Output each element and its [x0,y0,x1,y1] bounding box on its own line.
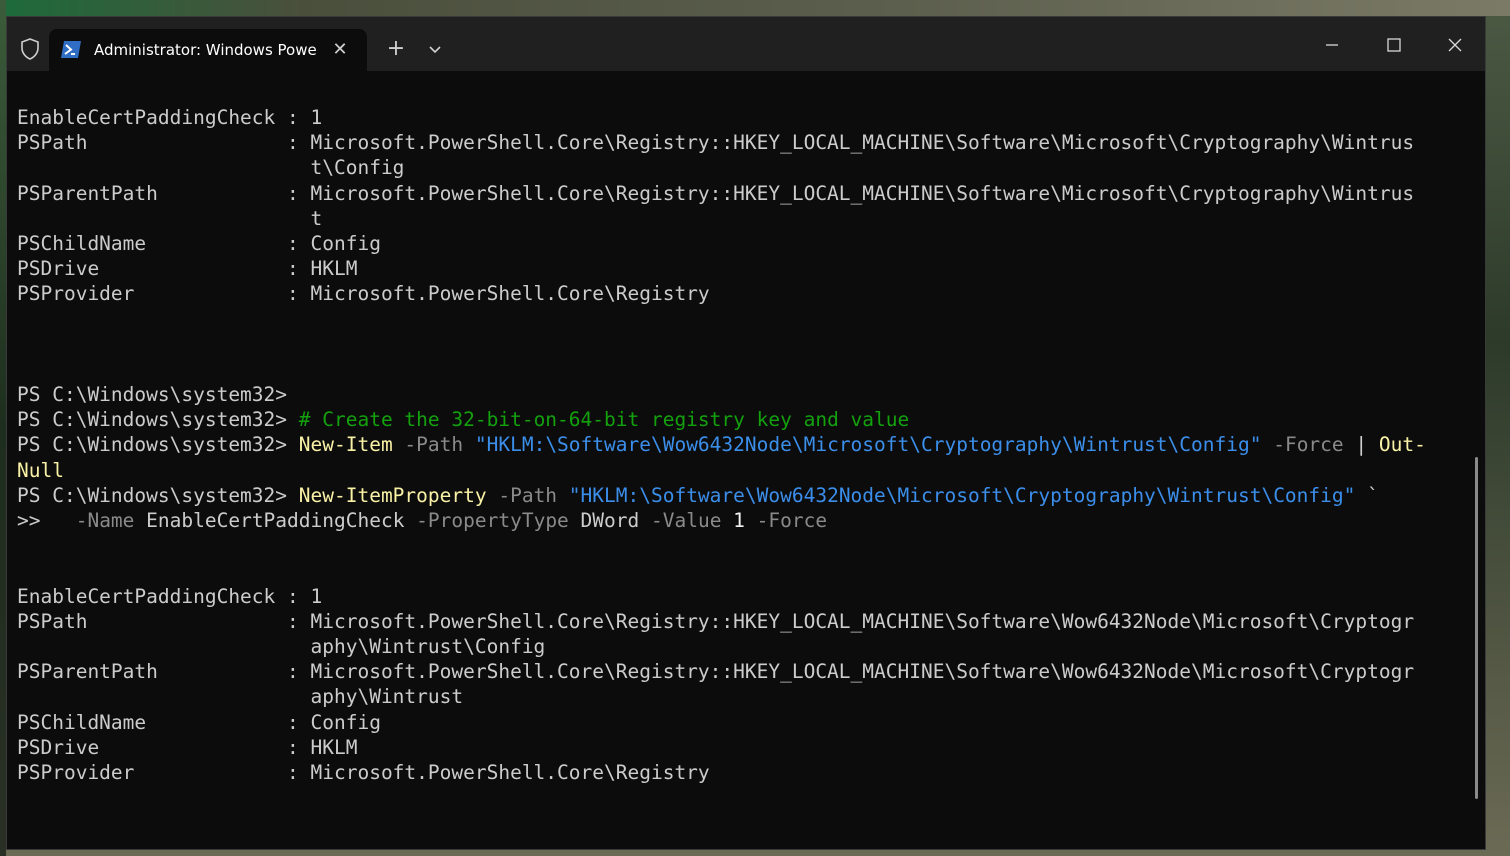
terminal-line: PSProvider : Microsoft.PowerShell.Core\R… [17,281,1477,306]
terminal-line: EnableCertPaddingCheck : 1 [17,584,1477,609]
terminal-text-op: ` [1355,483,1379,507]
terminal-line: PSParentPath : Microsoft.PowerShell.Core… [17,181,1477,206]
terminal-text-default: aphy\Wintrust [17,685,464,709]
tab-title: Administrator: Windows PowerShell [94,41,316,59]
terminal-text-param: -Path [486,483,569,507]
terminal-line: PS C:\Windows\system32> New-ItemProperty… [17,483,1477,508]
terminal-line: PS C:\Windows\system32> # Create the 32-… [17,407,1477,432]
terminal-text-param: -PropertyType [404,509,581,532]
desktop-background-top [0,0,1510,16]
terminal-text-default: PS C:\Windows\system32> [17,433,299,457]
terminal-line: PSPath : Microsoft.PowerShell.Core\Regis… [17,609,1477,634]
terminal-text-default: PSChildName : Config [17,231,381,255]
terminal-text-num: 1 [733,509,745,532]
terminal-text-default: PS C:\Windows\system32> [17,408,299,432]
terminal-line: PS C:\Windows\system32> New-Item -Path "… [17,432,1477,457]
terminal-text-param: -Force [744,509,828,532]
terminal-text-default: EnableCertPaddingCheck [146,509,405,532]
terminal-text-default: PSPath : Microsoft.PowerShell.Core\Regis… [17,609,1415,633]
terminal-line: PSDrive : HKLM [17,735,1477,760]
terminal-line: PS C:\Windows\system32> [17,382,1477,407]
powershell-icon [61,41,81,58]
shield-icon [19,37,41,61]
terminal-text-cmd: Null [17,458,64,482]
terminal-text-op: | [1355,433,1379,457]
terminal-text-default: PSDrive : HKLM [17,735,358,759]
terminal-text-cmd: New-ItemProperty [298,483,487,507]
maximize-icon[interactable] [1371,29,1417,61]
terminal-text-default: PS C:\Windows\system32> [17,383,299,407]
terminal-text-cmd: Out- [1378,433,1426,457]
terminal-line: >> -Name EnableCertPaddingCheck -Propert… [17,508,1477,533]
terminal-text-default: DWord [580,509,640,532]
terminal-text-param: -Path [392,433,475,457]
title-bar[interactable]: Administrator: Windows PowerShell ✕ + [7,17,1485,71]
terminal-text-default: PSParentPath : Microsoft.PowerShell.Core… [17,660,1415,684]
scrollbar[interactable] [1475,457,1478,799]
terminal-line: PSPath : Microsoft.PowerShell.Core\Regis… [17,130,1477,155]
terminal-text-cmd: New-Item [298,433,393,457]
terminal-line: Null [17,458,1477,483]
terminal-text-str: "HKLM:\Software\Wow6432Node\Microsoft\Cr… [568,483,1356,507]
terminal-text-default: t [17,206,323,230]
terminal-line: PSChildName : Config [17,710,1477,735]
terminal-line: t [17,206,1477,231]
terminal-line: PSDrive : HKLM [17,256,1477,281]
terminal-text-default: PSDrive : HKLM [17,257,358,281]
tab-close-icon[interactable]: ✕ [329,39,351,61]
minimize-icon[interactable] [1309,29,1355,61]
terminal-line: PSProvider : Microsoft.PowerShell.Core\R… [17,760,1477,785]
terminal-line: aphy\Wintrust\Config [17,634,1477,659]
terminal-output[interactable]: EnableCertPaddingCheck : 1 PSPath : Micro… [17,105,1477,845]
terminal-line: PSChildName : Config [17,231,1477,256]
close-icon[interactable] [1432,29,1478,61]
terminal-line: EnableCertPaddingCheck : 1 [17,105,1477,130]
terminal-text-default: EnableCertPaddingCheck : 1 [17,584,323,608]
tab-powershell[interactable]: Administrator: Windows PowerShell ✕ [49,29,367,71]
terminal-text-default: PS C:\Windows\system32> [17,483,299,507]
terminal-text-default: >> [17,509,53,532]
terminal-text-default: PSChildName : Config [17,710,381,734]
terminal-text-param: -Value [639,509,734,532]
terminal-text-default: PSPath : Microsoft.PowerShell.Core\Regis… [17,131,1415,155]
terminal-text-default: PSParentPath : Microsoft.PowerShell.Core… [17,181,1415,205]
terminal-line: t\Config [17,155,1477,180]
terminal-text-default: aphy\Wintrust\Config [17,634,546,658]
terminal-line: PSParentPath : Microsoft.PowerShell.Core… [17,659,1477,684]
terminal-text-str: "HKLM:\Software\Wow6432Node\Microsoft\Cr… [474,433,1262,457]
terminal-line: aphy\Wintrust [17,684,1477,709]
terminal-text-param: -Force [1261,433,1356,457]
chevron-down-icon[interactable] [422,36,448,62]
terminal-text-param: -Name [52,509,147,532]
terminal-text-default: PSProvider : Microsoft.PowerShell.Core\R… [17,760,710,784]
new-tab-button[interactable]: + [383,36,409,62]
terminal-text-comment: # Create the 32-bit-on-64-bit registry k… [298,408,910,432]
terminal-text-default: t\Config [17,156,405,180]
terminal-text-default: EnableCertPaddingCheck : 1 [17,106,323,129]
terminal-window: Administrator: Windows PowerShell ✕ + En… [6,16,1486,850]
terminal-text-default: PSProvider : Microsoft.PowerShell.Core\R… [17,282,710,306]
